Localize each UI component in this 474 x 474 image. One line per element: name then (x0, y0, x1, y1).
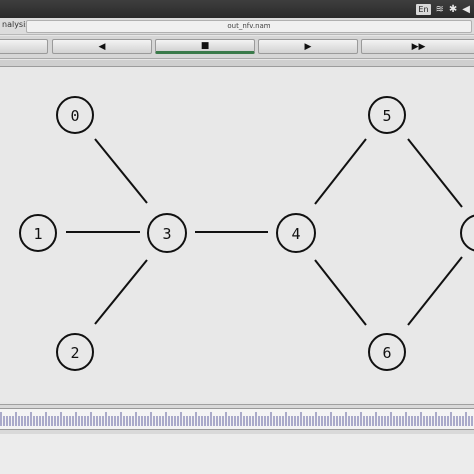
timeline-ticks (0, 412, 473, 426)
node-4-label: 4 (291, 225, 300, 243)
edge-4-5 (314, 138, 367, 205)
node-7[interactable] (460, 214, 474, 252)
node-6-label: 6 (382, 344, 391, 362)
timeline-slider[interactable] (0, 408, 474, 430)
rewind-button[interactable] (0, 39, 48, 54)
node-0-label: 0 (70, 107, 79, 125)
stop-icon: ■ (200, 40, 210, 51)
step-back-button[interactable]: ◀ (52, 39, 152, 54)
volume-icon[interactable]: ◀ (462, 4, 470, 15)
edge-5-7 (407, 138, 463, 208)
file-name-field: out_nfv.nam (26, 20, 472, 33)
node-5-label: 5 (382, 107, 391, 125)
play-icon: ▶ (304, 41, 312, 52)
edge-6-7 (407, 256, 463, 326)
bluetooth-icon[interactable]: ✱ (449, 4, 457, 15)
play-button[interactable]: ▶ (258, 39, 358, 54)
network-graph: 0 1 2 3 4 5 6 (19, 96, 474, 371)
node-1-label: 1 (33, 225, 42, 243)
network-canvas[interactable]: 0 1 2 3 4 5 6 (0, 67, 474, 402)
system-indicators: En ≋ ✱ ◀ (416, 2, 470, 16)
node-2-label: 2 (70, 344, 79, 362)
title-row: nalysis out_nfv.nam (0, 18, 474, 35)
edge-2-3 (94, 259, 148, 325)
edge-0-3 (94, 138, 148, 204)
playback-controls: ◀ ■ ▶ ▶▶ (0, 36, 474, 59)
edge-4-6 (314, 259, 367, 326)
step-back-icon: ◀ (98, 41, 106, 52)
fast-forward-button[interactable]: ▶▶ (361, 39, 474, 54)
wifi-icon[interactable]: ≋ (436, 4, 444, 15)
toolbar-divider (0, 60, 474, 67)
status-area (0, 434, 474, 474)
stop-button[interactable]: ■ (155, 39, 255, 54)
fast-forward-icon: ▶▶ (411, 41, 426, 52)
node-3-label: 3 (162, 225, 171, 243)
keyboard-layout-indicator[interactable]: En (416, 3, 431, 15)
system-top-bar: En ≋ ✱ ◀ (0, 0, 474, 18)
